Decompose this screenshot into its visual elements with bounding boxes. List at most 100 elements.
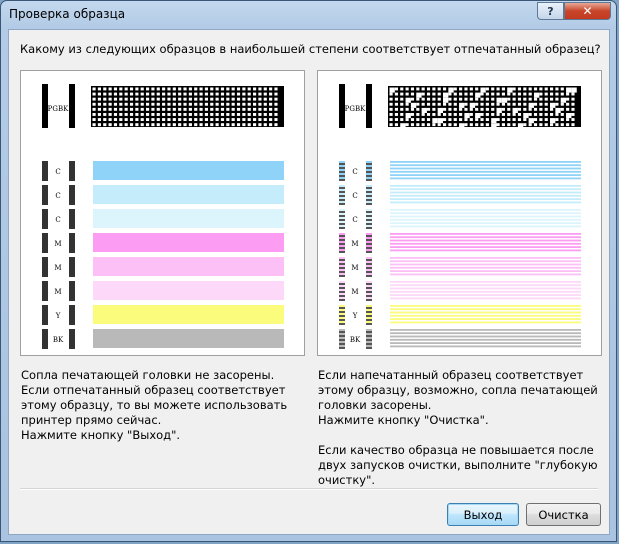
close-button[interactable]: ✕ [564,2,611,20]
pgbk-grid-cell [410,123,415,127]
color-bar [93,161,284,180]
pgbk-grid-cell [485,113,489,116]
pgbk-grid-cell [92,92,96,96]
pgbk-grid-cell [274,92,278,96]
help-button[interactable]: ? [537,2,564,20]
color-bar-stripe [390,212,581,215]
pgbk-grid-cell [124,97,128,101]
color-bar [93,209,284,228]
pgbk-grid-cell [517,118,522,121]
row-marker [69,281,75,301]
pgbk-grid-cell [517,107,522,111]
row-marker-stripe [366,293,372,295]
pgbk-grid-cell [485,97,489,101]
pgbk-grid-cell [162,102,166,106]
color-bar-stripe [390,188,581,191]
pgbk-grid-cell [231,102,235,106]
pgbk-grid-cell [571,87,577,93]
pgbk-grid-cell [258,97,262,101]
pgbk-grid-cell [507,118,511,121]
pgbk-grid-cell [544,97,548,101]
row-marker-stripe [339,185,345,187]
pgbk-grid-cell [464,97,468,101]
pgbk-grid-cell [215,102,219,106]
pgbk-grid-cell [475,92,481,98]
pgbk-grid-cell [550,123,554,127]
pgbk-grid-cell [410,107,415,111]
pattern-option-clogged[interactable]: PGBK C C C M M M Y BK [317,70,602,356]
pgbk-grid-cell [92,118,96,121]
pgbk-grid-cell [410,97,415,101]
color-bar-stripe [390,198,581,200]
pgbk-grid-cell [571,107,575,111]
pgbk-grid-cell [491,87,495,91]
pgbk-grid-cell [512,92,516,96]
pgbk-grid-cell [389,123,393,127]
pgbk-grid-cell [124,113,128,116]
row-marker-stripe [366,225,372,227]
pgbk-grid-cell [210,118,214,121]
pgbk-grid-cell [528,113,532,116]
row-marker [69,329,75,349]
pgbk-grid-cell [167,118,171,121]
pgbk-grid-cell [172,92,176,96]
cleaning-button[interactable]: Очистка [526,503,601,526]
pgbk-grid-cell [231,87,235,91]
pgbk-grid-cell [263,123,267,127]
pgbk-grid-cell [247,87,251,91]
exit-button[interactable]: Выход [447,503,519,526]
pgbk-grid-cell [204,107,208,111]
color-bar-stripe [390,246,581,248]
pgbk-grid-cell [443,123,447,127]
pgbk-grid-cell [400,92,404,96]
pgbk-grid-cell [172,113,176,116]
pgbk-grid-cell [210,97,214,101]
pgbk-grid-cell [432,97,436,101]
pgbk-grid-cell [496,97,502,103]
pgbk-grid-cell [512,97,516,101]
pgbk-grid-cell [97,102,101,106]
row-marker-stripe [339,217,345,219]
pgbk-grid-cell [178,118,182,121]
pgbk-grid-cell [389,92,393,96]
row-marker [42,257,48,277]
row-marker-stripe [366,297,372,299]
pgbk-grid-cell [394,113,398,116]
pgbk-grid-cell [507,87,513,93]
pgbk-grid-cell [523,92,527,96]
pgbk-grid-cell [555,97,559,101]
pgbk-grid-cell [258,107,262,111]
pgbk-grid-cell [550,118,556,124]
pgbk-grid-cell [421,97,425,101]
pgbk-grid-cell [400,87,404,91]
pgbk-grid-cell [167,87,171,91]
title-bar: Проверка образца ? ✕ [1,1,616,29]
row-marker [69,161,75,181]
pgbk-grid-cell [496,87,500,91]
pgbk-grid-cell [103,107,107,111]
pgbk-grid-cell [453,113,457,116]
pgbk-grid-cell [274,118,278,121]
pgbk-grid-cell [103,118,107,121]
pgbk-grid-cell [113,97,118,101]
pgbk-grid-cell [97,97,101,101]
pgbk-grid-cell [501,97,508,103]
pgbk-grid-cell [188,102,192,106]
pgbk-grid-cell [555,113,559,116]
pgbk-grid-cell [469,92,473,96]
pgbk-grid-cell [464,107,468,111]
pgbk-grid-cell [146,107,150,111]
color-bar-stripe [390,164,581,167]
pgbk-grid-cell [528,118,534,124]
pgbk-grid-cell [480,92,484,96]
pgbk-grid-cell [432,107,436,111]
pgbk-grid-cell [501,87,505,91]
row-marker-stripe [339,289,345,291]
pgbk-grid-cell [528,123,532,127]
pgbk-grid-cell [416,87,420,91]
pgbk-grid-cell [129,118,134,121]
pgbk-grid-cell [459,123,465,129]
pattern-option-clean[interactable]: PGBK C C C M M M Y BK [20,70,305,356]
pgbk-grid-cell [172,118,176,121]
row-marker-stripe [366,305,372,307]
